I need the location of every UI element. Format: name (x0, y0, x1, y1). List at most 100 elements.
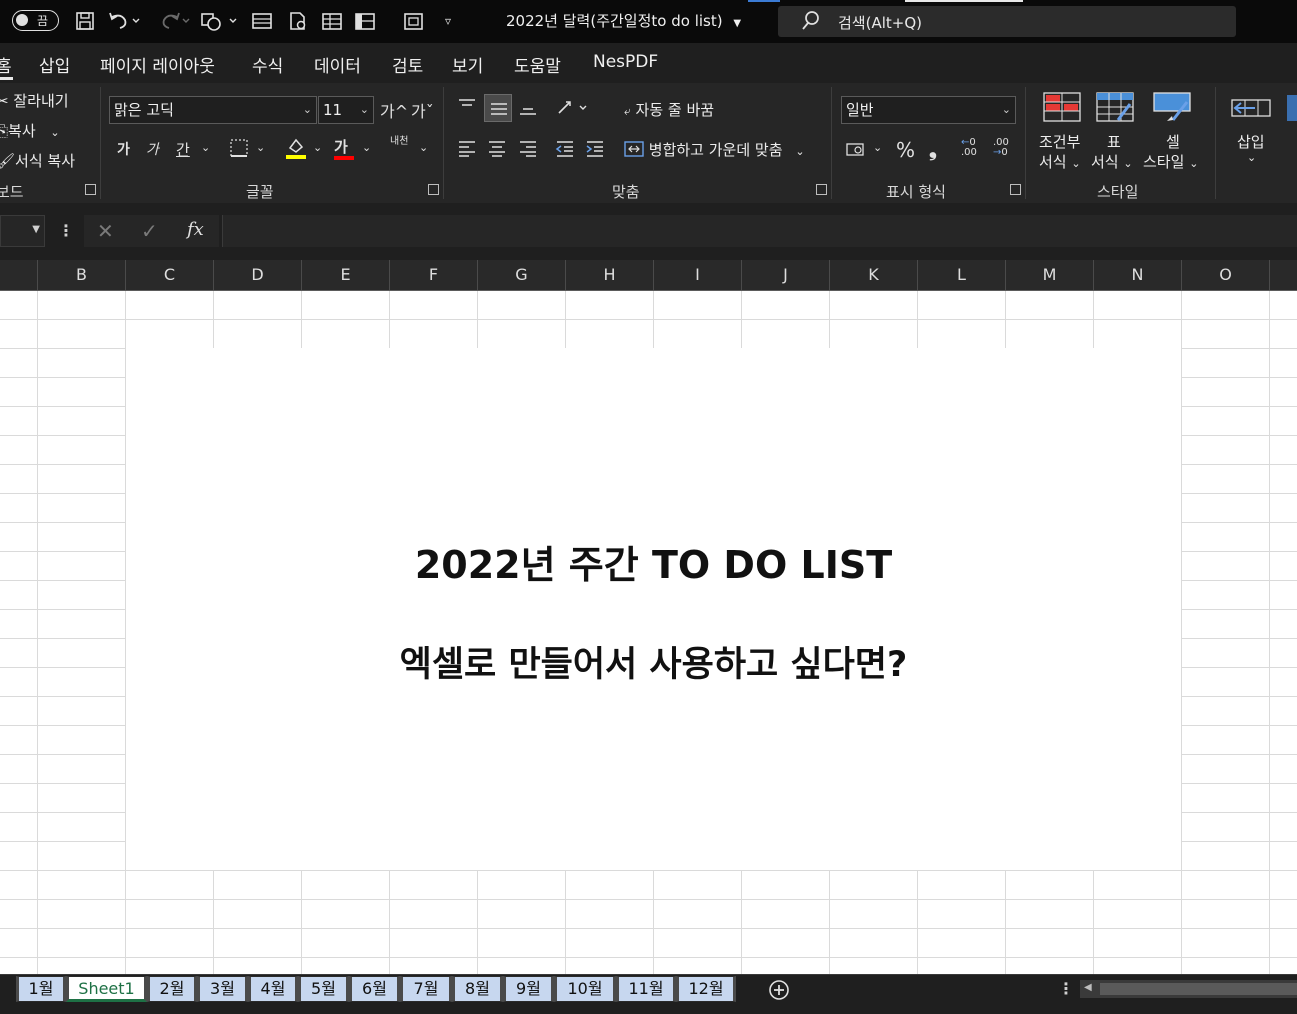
cell-styles-label1[interactable]: 셀 (1166, 131, 1180, 152)
conditional-format-label1[interactable]: 조건부 (1039, 131, 1080, 152)
column-header-i[interactable]: I (653, 260, 741, 290)
freeze-panes-icon[interactable] (353, 8, 377, 34)
format-as-table-button[interactable]: 서식 ⌄ (1091, 151, 1133, 172)
shrink-font-button[interactable]: 가ˇ (411, 98, 434, 122)
column-header-c[interactable]: C (125, 260, 213, 290)
insert-cells-icon[interactable] (1231, 94, 1271, 126)
table-icon[interactable] (320, 8, 344, 34)
autosave-toggle[interactable]: 끔 (12, 10, 59, 31)
column-header-d[interactable]: D (213, 260, 301, 290)
bold-button[interactable]: 가 (117, 139, 130, 159)
sheet-tab-feb[interactable]: 2월 (147, 976, 197, 1002)
align-center-icon[interactable] (487, 139, 507, 161)
insert-cells-label[interactable]: 삽입 (1237, 131, 1265, 152)
more-options-icon[interactable]: ⋮ (58, 221, 74, 240)
formula-input[interactable] (222, 215, 1297, 247)
add-sheet-icon[interactable] (768, 979, 790, 1005)
align-top-icon[interactable] (457, 97, 477, 119)
document-title[interactable]: 2022년 달력(주간일정to do list) ▼ (506, 10, 741, 31)
sheet-tab-sheet1[interactable]: Sheet1 (66, 976, 147, 1002)
align-bottom-icon[interactable] (518, 99, 538, 121)
cancel-icon[interactable]: ✕ (97, 219, 114, 243)
number-launcher-icon[interactable] (1010, 184, 1021, 195)
cell-styles-button[interactable]: 스타일 ⌄ (1143, 151, 1198, 172)
column-header-l[interactable]: L (917, 260, 1005, 290)
column-header-n[interactable]: N (1093, 260, 1181, 290)
redo-icon[interactable] (156, 8, 192, 34)
page-setup-icon[interactable] (250, 8, 274, 34)
conditional-format-icon[interactable] (1043, 92, 1081, 126)
increase-indent-icon[interactable] (585, 139, 605, 161)
tab-nespdf[interactable]: NesPDF (593, 52, 658, 72)
copy-button[interactable]: ⎘복사 ⌄ (0, 120, 60, 141)
tab-page-layout[interactable]: 페이지 레이아웃 (100, 52, 215, 77)
tab-data[interactable]: 데이터 (314, 52, 361, 77)
print-preview-icon[interactable] (286, 8, 310, 34)
sheet-tab-mar[interactable]: 3월 (197, 976, 248, 1002)
tab-review[interactable]: 검토 (392, 52, 423, 77)
font-launcher-icon[interactable] (428, 184, 439, 195)
chevron-down-icon[interactable]: ⌄ (362, 141, 371, 154)
sheet-tab-apr[interactable]: 4월 (248, 976, 298, 1002)
align-left-icon[interactable] (457, 139, 477, 161)
tab-formulas[interactable]: 수식 (252, 52, 283, 77)
customize-toolbar-icon[interactable]: ▿ (438, 8, 458, 34)
column-header-k[interactable]: K (829, 260, 917, 290)
increase-decimal-button[interactable]: ←0.00 (961, 138, 977, 158)
tab-home[interactable]: 홈 (0, 52, 12, 77)
alignment-launcher-icon[interactable] (816, 184, 827, 195)
format-painter-button[interactable]: 🖌서식 복사 (0, 150, 75, 171)
sheet-tab-oct[interactable]: 10월 (554, 976, 616, 1002)
save-icon[interactable] (73, 8, 97, 34)
column-header-m[interactable]: M (1005, 260, 1093, 290)
delete-cells-icon[interactable] (1287, 95, 1297, 121)
column-header-g[interactable]: G (477, 260, 565, 290)
comma-button[interactable]: ❟ (929, 137, 937, 161)
column-header-e[interactable]: E (301, 260, 389, 290)
number-format-select[interactable]: 일반 ⌄ (841, 96, 1016, 124)
align-middle-button[interactable] (484, 94, 512, 122)
cell-styles-icon[interactable] (1153, 92, 1191, 126)
column-header-p[interactable] (1269, 260, 1297, 290)
scrollbar-thumb[interactable] (1100, 983, 1297, 995)
column-header-f[interactable]: F (389, 260, 477, 290)
sheet-tab-jun[interactable]: 6월 (349, 976, 400, 1002)
font-family-select[interactable]: 맑은 고딕 ⌄ (109, 96, 317, 124)
sheet-tab-aug[interactable]: 8월 (452, 976, 503, 1002)
sheet-tab-jul[interactable]: 7월 (400, 976, 452, 1002)
conditional-format-button[interactable]: 서식 ⌄ (1039, 151, 1081, 172)
clipboard-launcher-icon[interactable] (85, 184, 96, 195)
chevron-down-icon[interactable]: ⌄ (419, 141, 428, 154)
fill-color-icon[interactable] (285, 136, 307, 164)
sheet-tab-dec[interactable]: 12월 (676, 976, 736, 1002)
enter-icon[interactable]: ✓ (141, 219, 158, 243)
column-header-o[interactable]: O (1181, 260, 1269, 290)
tab-help[interactable]: 도움말 (514, 52, 561, 77)
chevron-down-icon[interactable]: ⌄ (313, 141, 322, 154)
column-header-b[interactable]: B (37, 260, 125, 290)
worksheet-grid[interactable]: 2022년 주간 TO DO LIST 엑셀로 만들어서 사용하고 싶다면? (0, 291, 1297, 974)
phonetic-button[interactable]: 내천 (390, 137, 408, 147)
orientation-icon[interactable] (556, 97, 590, 121)
chevron-down-icon[interactable]: ⌄ (873, 141, 882, 154)
format-as-table-icon[interactable] (1096, 92, 1134, 126)
name-box[interactable]: ▼ (0, 215, 45, 247)
column-header-j[interactable]: J (741, 260, 829, 290)
borders-icon[interactable] (229, 138, 251, 162)
macro-icon[interactable] (402, 8, 426, 34)
font-color-icon[interactable]: 가 (334, 136, 354, 160)
more-options-icon[interactable]: ⋮ (1058, 979, 1074, 998)
percent-button[interactable]: % (896, 138, 915, 162)
decrease-decimal-button[interactable]: .00 →0 (993, 138, 1009, 158)
undo-icon[interactable] (106, 8, 142, 34)
grow-font-button[interactable]: 가^ (380, 98, 408, 122)
search-box[interactable]: 검색(Alt+Q) (778, 6, 1236, 37)
merged-title-cell[interactable]: 2022년 주간 TO DO LIST 엑셀로 만들어서 사용하고 싶다면? (126, 348, 1181, 870)
horizontal-scrollbar[interactable]: ◀ (1080, 980, 1297, 998)
font-size-select[interactable]: 11 ⌄ (318, 96, 374, 124)
wrap-text-button[interactable]: ⤶ 자동 줄 바꿈 (624, 99, 714, 120)
sheet-tab-nov[interactable]: 11월 (616, 976, 676, 1002)
format-as-table-label1[interactable]: 표 (1107, 131, 1121, 152)
sheet-tab-may[interactable]: 5월 (298, 976, 349, 1002)
sheet-tab-sep[interactable]: 9월 (503, 976, 554, 1002)
